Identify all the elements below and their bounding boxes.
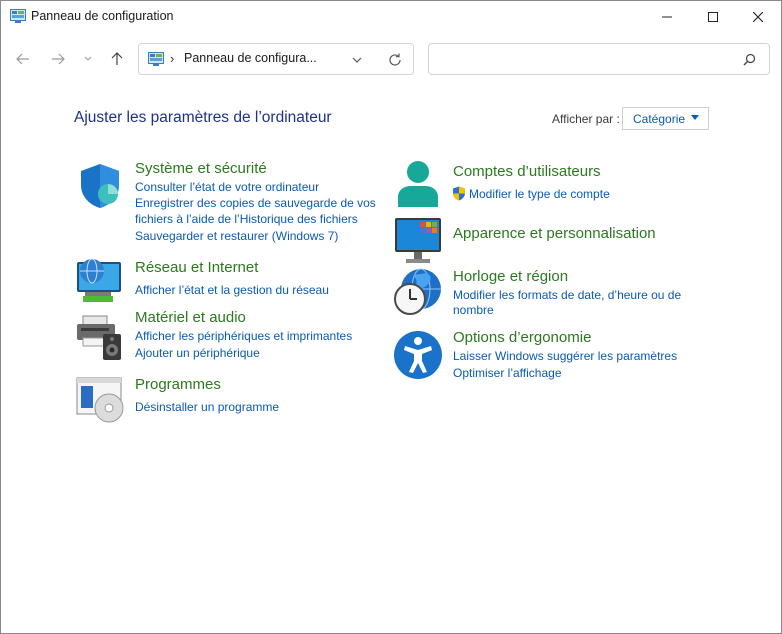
view-by-dropdown[interactable]: Catégorie bbox=[622, 107, 709, 130]
minimize-button[interactable] bbox=[644, 1, 690, 33]
shield-icon[interactable] bbox=[75, 161, 125, 211]
control-panel-app-icon bbox=[10, 9, 26, 23]
breadcrumb-separator: › bbox=[170, 51, 175, 66]
link-change-account-type[interactable]: Modifier le type de compte bbox=[469, 186, 610, 202]
monitor-personalization-icon[interactable] bbox=[393, 216, 443, 266]
link-network-status[interactable]: Afficher l’état et la gestion du réseau bbox=[135, 282, 329, 298]
search-input[interactable] bbox=[437, 50, 731, 70]
category-title-programs[interactable]: Programmes bbox=[135, 376, 221, 393]
link-check-computer-status[interactable]: Consulter l’état de votre ordinateur bbox=[135, 179, 319, 195]
category-title-user-accounts[interactable]: Comptes d’utilisateurs bbox=[453, 163, 601, 180]
title-bar[interactable]: Panneau de configuration bbox=[1, 1, 781, 33]
chevron-down-icon bbox=[84, 56, 92, 61]
chevron-down-icon[interactable] bbox=[350, 53, 364, 67]
search-icon[interactable] bbox=[741, 52, 757, 68]
category-title-ease-of-access[interactable]: Options d’ergonomie bbox=[453, 329, 591, 346]
arrow-up-icon bbox=[111, 52, 123, 65]
navigation-bar: › Panneau de configura... bbox=[1, 39, 781, 79]
recent-locations-button[interactable] bbox=[79, 48, 97, 70]
caret-down-icon bbox=[691, 115, 699, 120]
back-button[interactable] bbox=[12, 48, 34, 70]
category-title-appearance[interactable]: Apparence et personnalisation bbox=[453, 225, 656, 242]
category-title-system-security[interactable]: Système et sécurité bbox=[135, 160, 267, 177]
link-uninstall-program[interactable]: Désinstaller un programme bbox=[135, 399, 279, 415]
minimize-icon bbox=[662, 16, 672, 18]
printer-speaker-icon[interactable] bbox=[75, 312, 125, 362]
control-panel-window: Panneau de configuration › Panneau de co… bbox=[0, 0, 782, 634]
maximize-button[interactable] bbox=[690, 1, 736, 33]
breadcrumb[interactable]: Panneau de configura... bbox=[184, 51, 317, 65]
forward-button[interactable] bbox=[47, 48, 69, 70]
category-title-hardware-sound[interactable]: Matériel et audio bbox=[135, 309, 246, 326]
page-title: Ajuster les paramètres de l’ordinateur bbox=[74, 109, 332, 126]
link-add-device[interactable]: Ajouter un périphérique bbox=[135, 345, 260, 361]
control-panel-icon bbox=[148, 52, 164, 66]
arrow-right-icon bbox=[52, 53, 65, 65]
accessibility-icon[interactable] bbox=[393, 330, 443, 380]
link-devices-printers[interactable]: Afficher les périphériques et imprimante… bbox=[135, 328, 352, 344]
window-title: Panneau de configuration bbox=[31, 9, 174, 23]
arrow-left-icon bbox=[16, 53, 29, 65]
view-by-label: Afficher par : bbox=[552, 112, 620, 126]
close-icon bbox=[753, 12, 763, 22]
up-button[interactable] bbox=[106, 48, 128, 70]
search-box[interactable] bbox=[428, 43, 770, 75]
programs-icon[interactable] bbox=[75, 374, 125, 424]
address-bar[interactable]: › Panneau de configura... bbox=[138, 43, 414, 75]
link-save-backup-copies-line2[interactable]: fichiers à l’aide de l’Historique des fi… bbox=[135, 211, 358, 227]
link-save-backup-copies[interactable]: Enregistrer des copies de sauvegarde de … bbox=[135, 195, 376, 211]
network-globe-icon[interactable] bbox=[75, 254, 125, 304]
maximize-icon bbox=[708, 12, 718, 22]
category-title-network-internet[interactable]: Réseau et Internet bbox=[135, 259, 258, 276]
link-change-date-formats[interactable]: Modifier les formats de date, d’heure ou… bbox=[453, 287, 681, 303]
link-change-date-formats-line2[interactable]: nombre bbox=[453, 302, 494, 318]
user-account-icon[interactable] bbox=[393, 159, 443, 209]
uac-shield-icon bbox=[453, 186, 465, 201]
category-title-clock-region[interactable]: Horloge et région bbox=[453, 268, 568, 285]
view-by-value: Catégorie bbox=[633, 112, 686, 126]
refresh-icon[interactable] bbox=[387, 52, 403, 68]
link-backup-restore[interactable]: Sauvegarder et restaurer (Windows 7) bbox=[135, 228, 338, 244]
clock-globe-icon[interactable] bbox=[393, 267, 443, 317]
close-button[interactable] bbox=[735, 1, 781, 33]
link-windows-suggest-settings[interactable]: Laisser Windows suggérer les paramètres bbox=[453, 348, 677, 364]
link-optimize-display[interactable]: Optimiser l’affichage bbox=[453, 365, 562, 381]
